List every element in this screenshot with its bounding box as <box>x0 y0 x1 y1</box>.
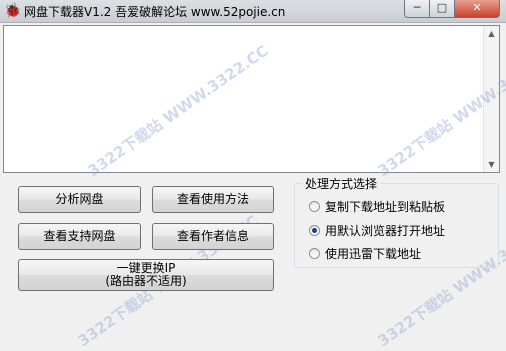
radio-copy-to-clipboard[interactable]: 复制下载地址到粘贴板 <box>309 198 445 215</box>
scroll-down-arrow-icon[interactable]: ▼ <box>484 157 499 172</box>
radio-button-icon[interactable] <box>309 248 320 259</box>
maximize-button[interactable]: □ <box>429 0 455 18</box>
scroll-up-arrow-icon[interactable]: ▲ <box>484 26 499 41</box>
radio-label: 复制下载地址到粘贴板 <box>325 200 446 214</box>
window-title: 网盘下载器V1.2 吾爱破解论坛 www.52pojie.cn <box>24 5 286 19</box>
minimize-button[interactable]: ─ <box>404 0 430 18</box>
radio-label: 使用迅雷下载地址 <box>325 247 422 261</box>
app-icon: 🐞 <box>4 3 22 19</box>
title-bar[interactable]: 🐞 网盘下载器V1.2 吾爱破解论坛 www.52pojie.cn ─ □ ✕ <box>0 0 506 23</box>
radio-use-thunder[interactable]: 使用迅雷下载地址 <box>309 245 421 262</box>
radio-open-in-browser[interactable]: 用默认浏览器打开地址 <box>309 222 445 239</box>
radio-button-selected-icon[interactable] <box>309 225 320 236</box>
radio-button-icon[interactable] <box>309 201 320 212</box>
close-button[interactable]: ✕ <box>454 0 500 18</box>
change-ip-button[interactable]: 一键更换IP (路由器不适用) <box>18 259 274 291</box>
view-supported-netdisks-button[interactable]: 查看支持网盘 <box>18 223 141 250</box>
view-usage-button[interactable]: 查看使用方法 <box>152 186 274 213</box>
radio-label: 用默认浏览器打开地址 <box>325 224 446 238</box>
analyze-netdisk-button[interactable]: 分析网盘 <box>18 186 141 213</box>
change-ip-note: (路由器不适用) <box>105 274 187 288</box>
view-author-info-button[interactable]: 查看作者信息 <box>152 223 274 250</box>
processing-method-title: 处理方式选择 <box>302 175 381 192</box>
